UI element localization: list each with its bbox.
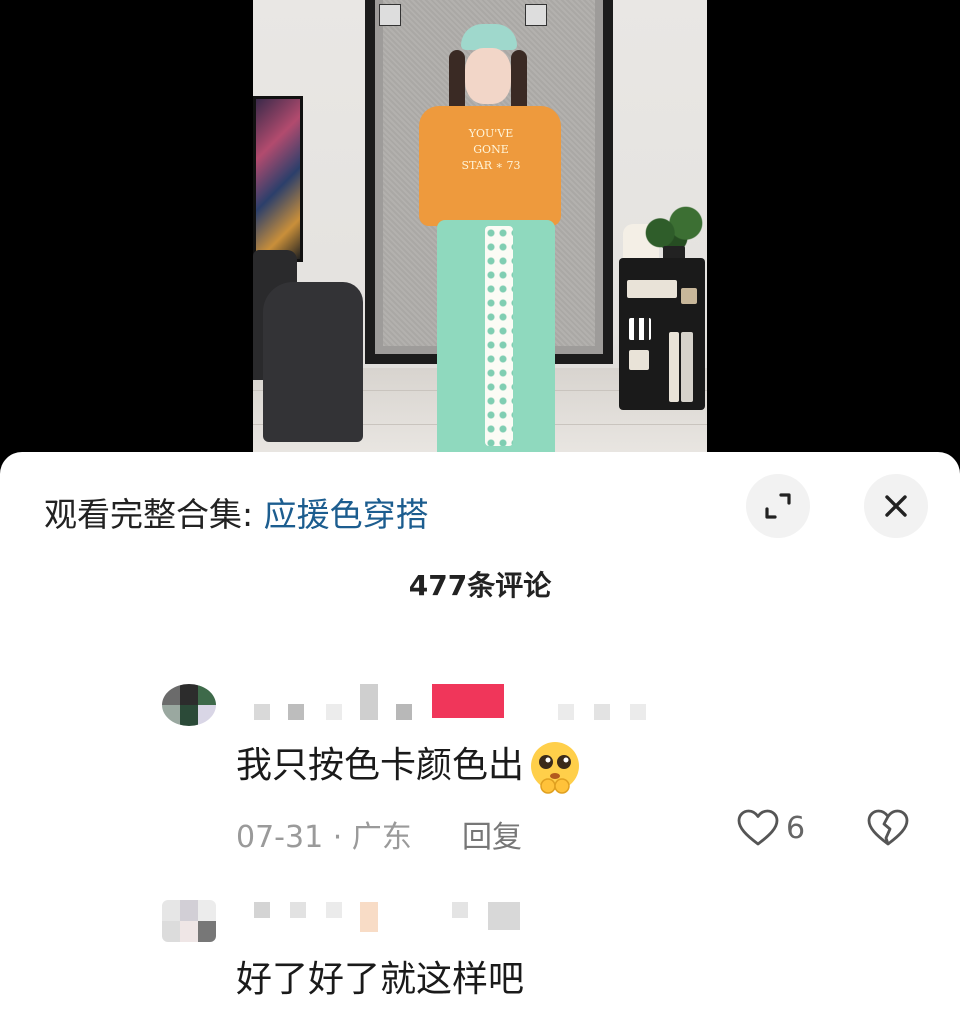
collection-link[interactable]: 应援色穿搭 [264,495,429,534]
comment-count-title: 477条评论 [408,569,552,602]
orange-tshirt: YOU'VE GONE STAR ∗ 73 [419,106,561,226]
expand-icon [765,493,791,519]
close-icon [885,495,907,517]
cap [461,24,517,50]
potted-plant [641,204,705,252]
avatar[interactable] [162,684,216,726]
dislike-button[interactable] [866,808,910,852]
model-figure: YOU'VE GONE STAR ∗ 73 [413,20,573,470]
video-player[interactable]: YOU'VE GONE STAR ∗ 73 [0,0,960,470]
pleading-face-emoji [531,742,580,794]
collection-prefix: 观看完整合集: [44,495,264,534]
video-frame: YOU'VE GONE STAR ∗ 73 [253,0,707,470]
heart-icon [737,809,779,846]
expand-button[interactable] [746,474,810,538]
like-button[interactable]: 6 [736,808,805,848]
comment-text: 我只按色卡颜色出 [236,736,584,794]
comment-sheet: 观看完整合集: 应援色穿搭 477条评论 我只按色卡颜色出 07-31 · 广东… [0,452,960,1012]
avatar[interactable] [162,900,216,942]
shelf [619,258,705,410]
wall-poster [253,96,303,262]
comment-date-location: 07-31 · 广东 [236,820,412,855]
comment-text: 好了好了就这样吧 [236,959,525,1000]
polka-dot-sash [485,226,513,446]
shirt-print: YOU'VE GONE STAR ∗ 73 [461,127,521,172]
like-count: 6 [786,810,806,846]
reply-button[interactable]: 回复 [462,812,522,856]
close-button[interactable] [864,474,928,538]
collection-banner[interactable]: 观看完整合集: 应援色穿搭 [44,488,429,536]
broken-heart-icon [867,809,909,846]
